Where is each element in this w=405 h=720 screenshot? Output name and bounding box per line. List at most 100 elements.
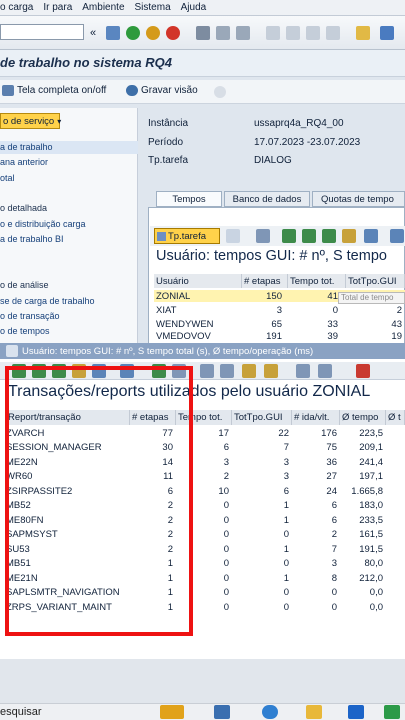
export-icon[interactable]	[390, 229, 404, 243]
details-icon[interactable]	[256, 229, 270, 243]
column-header-user[interactable]: Usuário	[154, 274, 242, 288]
nav-item-work-overview[interactable]: a de trabalho	[0, 141, 138, 154]
excel-icon[interactable]	[384, 705, 400, 719]
menu-item-ir-para[interactable]: Ir para	[43, 2, 72, 13]
window-icon	[6, 345, 18, 357]
outlook-icon[interactable]	[348, 705, 364, 719]
filter-icon[interactable]	[322, 229, 336, 243]
period-value: 17.07.2023 -23.07.2023	[254, 137, 361, 148]
previous-page-icon[interactable]	[286, 26, 300, 40]
red-highlight-box	[5, 366, 193, 636]
upper-cell-steps: 65	[271, 318, 282, 330]
save-layout-icon[interactable]	[264, 364, 278, 378]
cell-roundtrips: 176	[321, 427, 337, 439]
menu-item-ambiente[interactable]: Ambiente	[82, 2, 124, 13]
upper-cell-time: 39	[327, 331, 338, 341]
new-session-icon[interactable]	[356, 26, 370, 40]
upper-cell-user[interactable]: XIAT	[156, 304, 176, 316]
nav-item-times[interactable]: o de tempos	[0, 326, 50, 336]
full-screen-label: Tela completa on/off	[17, 85, 107, 96]
nav-item-total[interactable]: otal	[0, 173, 15, 183]
layout-icon[interactable]	[220, 364, 234, 378]
column-header-total-time[interactable]: Tempo tot.	[288, 274, 346, 288]
folder-icon[interactable]	[306, 705, 322, 719]
popup-title-text: Usuário: tempos GUI: # nº, S tempo total…	[22, 345, 314, 357]
first-page-icon[interactable]	[266, 26, 280, 40]
upper-cell-gui: 43	[391, 318, 402, 330]
full-screen-button[interactable]: Tela completa on/off	[2, 85, 106, 96]
column-header-roundtrips[interactable]: # ida/vlt.	[292, 410, 340, 425]
column-header-steps[interactable]: # etapas	[242, 274, 288, 288]
cell-gui-time: 6	[283, 485, 289, 497]
nav-item-load-distribution[interactable]: o e distribuição carga	[0, 219, 86, 229]
find-next-icon[interactable]	[236, 26, 250, 40]
tab-banco-de-dados[interactable]: Banco de dados	[224, 191, 310, 207]
cell-roundtrips: 6	[331, 514, 337, 526]
cell-gui-time: 7	[283, 442, 289, 454]
nav-item-transaction[interactable]: o de transação	[0, 311, 60, 321]
find-icon[interactable]	[216, 26, 230, 40]
tab-quotas-de-tempo[interactable]: Quotas de tempo	[312, 191, 405, 207]
service-mode-button[interactable]: o de serviço ▾	[0, 113, 61, 129]
refresh-icon[interactable]	[214, 86, 226, 98]
sort-ascending-icon[interactable]	[282, 229, 296, 243]
column-header-gui-time[interactable]: TotTpo.GUI	[232, 410, 292, 425]
command-field[interactable]	[0, 24, 84, 40]
help-icon[interactable]	[380, 26, 394, 40]
upper-cell-user[interactable]: ZONIAL	[156, 290, 190, 302]
menu-item-carga[interactable]: o carga	[0, 2, 33, 13]
popup-window-title[interactable]: Usuário: tempos GUI: # nº, S tempo total…	[0, 343, 405, 359]
period-label: Período	[148, 137, 184, 148]
tab-tempos[interactable]: Tempos	[156, 191, 222, 207]
nav-item-detailed[interactable]: o detalhada	[0, 203, 47, 213]
upper-cell-time: 33	[327, 318, 338, 330]
column-header-avg-time[interactable]: Ø tempo	[340, 410, 386, 425]
cell-avg-time: 233,5	[359, 514, 383, 526]
cancel-icon[interactable]	[166, 26, 180, 40]
last-page-icon[interactable]	[326, 26, 340, 40]
choose-layout-icon[interactable]	[242, 364, 256, 378]
exit-icon[interactable]	[146, 26, 160, 40]
double-chevron-icon[interactable]: «	[90, 27, 96, 39]
find-icon[interactable]	[200, 364, 214, 378]
nav-item-previous-week[interactable]: ana anterior	[0, 157, 48, 167]
column-header-gui-time[interactable]: TotTpo.GUI	[346, 274, 405, 288]
upper-cell-gui: 19	[391, 331, 402, 341]
lower-area	[0, 659, 405, 703]
settings-icon[interactable]	[214, 705, 230, 719]
edge-icon[interactable]	[262, 705, 278, 719]
graphic-icon[interactable]	[296, 364, 310, 378]
cell-avg-time: 0,0	[369, 601, 383, 613]
upper-cell-user[interactable]: WENDYWEN	[156, 318, 214, 330]
save-view-label: Gravar visão	[141, 85, 198, 96]
print-icon[interactable]	[196, 26, 210, 40]
nav-item-workload-analysis[interactable]: se de carga de trabalho	[0, 296, 95, 306]
cell-gui-time: 1	[283, 572, 289, 584]
cell-roundtrips: 24	[326, 485, 337, 497]
tree-icon[interactable]	[226, 229, 240, 243]
save-view-button[interactable]: Gravar visão	[126, 85, 198, 96]
menu-item-sistema[interactable]: Sistema	[135, 2, 171, 13]
subtotal-icon[interactable]	[364, 229, 378, 243]
upper-cell-user[interactable]: VMEDOVOV	[156, 331, 211, 341]
sort-descending-icon[interactable]	[302, 229, 316, 243]
back-icon[interactable]	[126, 26, 140, 40]
close-icon[interactable]	[356, 364, 370, 378]
cell-gui-time: 1	[283, 514, 289, 526]
menu-item-ajuda[interactable]: Ajuda	[181, 2, 207, 13]
nav-item-bi-workload[interactable]: a de trabalho BI	[0, 234, 64, 244]
taskbar-search[interactable]: esquisar	[0, 706, 42, 718]
service-mode-label: o de serviço	[3, 115, 55, 127]
file-explorer-icon[interactable]	[160, 705, 184, 719]
cell-gui-time: 0	[283, 558, 289, 570]
sum-icon[interactable]	[342, 229, 356, 243]
cell-gui-time: 1	[283, 500, 289, 512]
upper-cell-gui: 2	[396, 304, 402, 316]
column-header-avg-gui[interactable]: Ø t	[386, 410, 405, 425]
cell-roundtrips: 2	[331, 529, 337, 541]
nav-item-analysis[interactable]: o de análise	[0, 280, 49, 290]
info-icon[interactable]	[318, 364, 332, 378]
next-page-icon[interactable]	[306, 26, 320, 40]
save-icon[interactable]	[106, 26, 120, 40]
task-type-button[interactable]: Tp.tarefa	[154, 228, 220, 244]
